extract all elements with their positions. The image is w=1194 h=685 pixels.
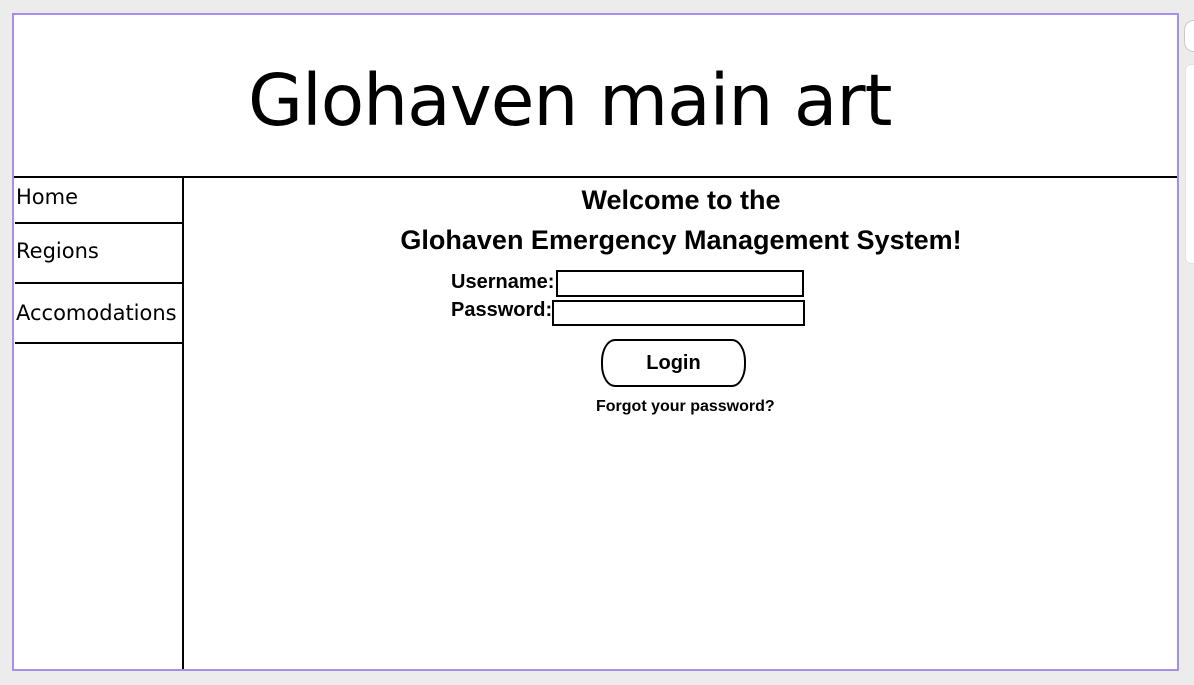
sidebar-nav: Home Regions Accomodations: [15, 178, 182, 344]
banner-divider: [14, 176, 1177, 178]
banner-title: Glohaven main art: [248, 59, 892, 142]
wireframe-canvas: Glohaven main art Home Regions Accomodat…: [12, 13, 1179, 671]
sidebar-item-accomodations[interactable]: Accomodations: [15, 284, 182, 344]
sidebar-item-regions[interactable]: Regions: [15, 224, 182, 284]
forgot-password-link[interactable]: Forgot your password?: [596, 398, 775, 416]
login-button[interactable]: Login: [601, 339, 746, 387]
username-input[interactable]: [556, 270, 804, 297]
password-label: Password:: [451, 299, 553, 321]
welcome-line-1: Welcome to the: [581, 185, 781, 215]
username-label: Username:: [451, 271, 555, 293]
welcome-line-2: Glohaven Emergency Management System!: [400, 225, 962, 255]
password-input[interactable]: [552, 300, 805, 326]
side-panel-edge: [1185, 64, 1194, 264]
sidebar-item-home[interactable]: Home: [15, 178, 182, 224]
scroll-handle[interactable]: [1184, 20, 1194, 52]
